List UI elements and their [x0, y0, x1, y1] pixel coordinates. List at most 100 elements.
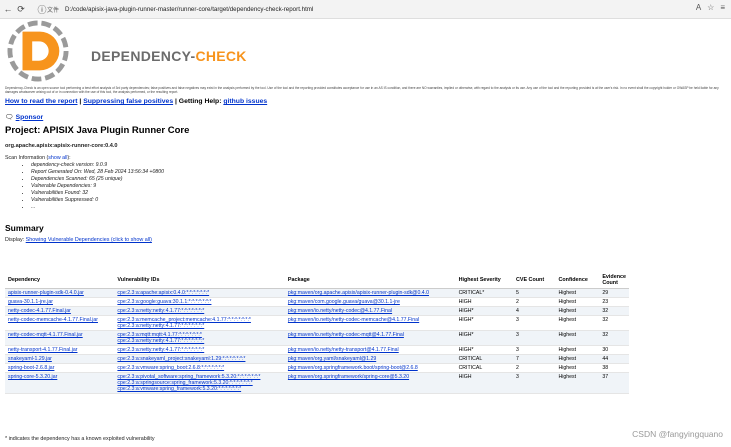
table-header-row: Dependency Vulnerability IDs Package Hig… — [5, 272, 629, 289]
cell-dependency-link[interactable]: netty-transport-4.1.77.Final.jar — [8, 347, 78, 353]
refresh-icon[interactable]: ⟳ — [16, 4, 26, 14]
scan-info-item: Dependencies Scanned: 65 (25 unique) — [31, 176, 725, 183]
cell-cve-count: 3 — [512, 372, 556, 394]
cell-dependency-link[interactable]: netty-codec-mqtt-4.1.77.Final.jar — [8, 332, 83, 338]
cell-package-link[interactable]: pkg:maven/io.netty/netty-codec@4.1.77.Fi… — [288, 308, 392, 314]
github-issues-link[interactable]: github issues — [223, 98, 267, 105]
cell-severity: HIGH* — [455, 345, 513, 355]
cell-confidence: Highest — [555, 345, 600, 355]
suppressing-link[interactable]: Suppressing false positives — [83, 98, 173, 105]
cell-vulnerability-ids: cpe:2.3:a:memcache_project:memcache:4.1.… — [114, 315, 285, 331]
cell-dependency: netty-codec-4.1.77.Final.jar — [5, 306, 115, 316]
scan-info-item: Vulnerabilities Found: 32 — [31, 190, 725, 197]
cell-dependency-link[interactable]: netty-codec-4.1.77.Final.jar — [8, 308, 71, 314]
vulnerability-id-link[interactable]: cpe:2.3:a:netty:netty:4.1.77:*:*:*:*:*:*… — [117, 308, 204, 314]
favorite-icon[interactable]: ☆ — [707, 3, 714, 12]
display-filter: Display: Showing Vulnerable Dependencies… — [5, 237, 152, 243]
cell-evidence-count: 37 — [599, 372, 629, 394]
cell-cve-count: 3 — [512, 315, 556, 331]
col-vulnerability-ids[interactable]: Vulnerability IDs — [114, 272, 285, 289]
cell-severity: CRITICAL — [455, 363, 513, 373]
show-vulnerable-toggle-link[interactable]: Showing Vulnerable Dependencies (click t… — [26, 237, 152, 243]
table-row: spring-boot-2.6.8.jar cpe:2.3:a:vmware:sp… — [5, 363, 629, 373]
cell-severity: HIGH* — [455, 330, 513, 346]
cell-dependency-link[interactable]: snakeyaml-1.29.jar — [8, 356, 52, 362]
sponsor: 🗨 Sponsor — [5, 113, 725, 122]
cell-cve-count: 2 — [512, 363, 556, 373]
scan-information: Scan Information (show all): — [5, 155, 71, 161]
cell-severity: HIGH — [455, 372, 513, 394]
table-row: apisix-runner-plugin-sdk-0.4.0.jar cpe:2.… — [5, 288, 629, 298]
cell-dependency-link[interactable]: guava-30.1.1-jre.jar — [8, 299, 53, 305]
cell-dependency: apisix-runner-plugin-sdk-0.4.0.jar — [5, 288, 115, 298]
cell-evidence-count: 32 — [599, 330, 629, 346]
cell-dependency-link[interactable]: spring-boot-2.6.8.jar — [8, 365, 54, 371]
cell-dependency-link[interactable]: apisix-runner-plugin-sdk-0.4.0.jar — [8, 290, 84, 296]
cell-vulnerability-ids: cpe:2.3:a:pivotal_software:spring_framew… — [114, 372, 285, 394]
favorites-list-icon[interactable]: ≡ — [720, 3, 725, 12]
vulnerability-id-link[interactable]: cpe:2.3:a:apache:apisix:0.4.0:*:*:*:*:*:… — [117, 290, 209, 296]
cell-severity: CRITICAL — [455, 354, 513, 364]
info-icon: ⓘ — [37, 4, 47, 15]
cell-package: pkg:maven/io.netty/netty-codec-mqtt@4.1.… — [284, 330, 456, 346]
cell-dependency: netty-codec-mqtt-4.1.77.Final.jar — [5, 330, 115, 346]
sponsor-link[interactable]: Sponsor — [16, 114, 44, 121]
vulnerability-id-link[interactable]: cpe:2.3:a:google:guava:30.1.1:*:*:*:*:*:… — [117, 299, 211, 305]
cell-dependency: spring-boot-2.6.8.jar — [5, 363, 115, 373]
cell-dependency-link[interactable]: netty-codec-memcache-4.1.77.Final.jar — [8, 317, 98, 323]
col-cve-count[interactable]: CVE Count — [512, 272, 556, 289]
scan-info-item: dependency-check version: 9.0.9 — [31, 162, 725, 169]
read-aloud-icon[interactable]: A — [696, 3, 701, 12]
col-evidence-count[interactable]: Evidence Count — [599, 272, 629, 289]
cell-severity: HIGH* — [455, 306, 513, 316]
back-icon[interactable]: ← — [3, 4, 13, 14]
logo-wordmark: DEPENDENCY-CHECK — [91, 48, 247, 64]
cell-vulnerability-ids: cpe:2.3:a:snakeyaml_project:snakeyaml:1.… — [114, 354, 285, 364]
cell-evidence-count: 23 — [599, 297, 629, 307]
cell-package-link[interactable]: pkg:maven/io.netty/netty-codec-mqtt@4.1.… — [288, 332, 404, 338]
col-highest-severity[interactable]: Highest Severity — [455, 272, 513, 289]
cell-dependency: guava-30.1.1-jre.jar — [5, 297, 115, 307]
scan-info-item: Vulnerable Dependencies: 9 — [31, 183, 725, 190]
show-all-link[interactable]: show all — [48, 155, 67, 161]
cell-confidence: Highest — [555, 354, 600, 364]
cell-package-link[interactable]: pkg:maven/io.netty/netty-codec-memcache@… — [288, 317, 419, 323]
col-confidence[interactable]: Confidence — [555, 272, 600, 289]
cell-confidence: Highest — [555, 363, 600, 373]
footnote: * indicates the dependency has a known e… — [5, 436, 155, 442]
cell-package-link[interactable]: pkg:maven/org.springframework.boot/sprin… — [288, 365, 418, 371]
vulnerability-id-link[interactable]: cpe:2.3:a:netty:netty:4.1.77:*:*:*:*:*:*… — [117, 323, 204, 329]
cell-cve-count: 5 — [512, 288, 556, 298]
cell-package-link[interactable]: pkg:maven/com.google.guava/guava@30.1.1-… — [288, 299, 400, 305]
col-dependency[interactable]: Dependency — [5, 272, 115, 289]
vulnerability-id-link[interactable]: cpe:2.3:a:netty:netty:4.1.77:*:*:*:*:*:*… — [117, 347, 204, 353]
vulnerability-id-link[interactable]: cpe:2.3:a:netty:netty:4.1.77:*:*:*:*:*:*… — [117, 338, 204, 344]
cell-vulnerability-ids: cpe:2.3:a:netty:netty:4.1.77:*:*:*:*:*:*… — [114, 345, 285, 355]
vulnerability-id-link[interactable]: cpe:2.3:a:snakeyaml_project:snakeyaml:1.… — [117, 356, 245, 362]
scan-info-item: Report Generated On: Wed, 28 Feb 2024 13… — [31, 169, 725, 176]
cell-package-link[interactable]: pkg:maven/org.yaml/snakeyaml@1.29 — [288, 356, 376, 362]
cell-package: pkg:maven/io.netty/netty-transport@4.1.7… — [284, 345, 456, 355]
vulnerability-id-link[interactable]: cpe:2.3:a:vmware:spring_framework:5.3.20… — [117, 386, 241, 392]
address-bar[interactable]: ⓘ 文件 D:/code/apisix-java-plugin-runner-m… — [34, 4, 313, 15]
cell-cve-count: 2 — [512, 297, 556, 307]
cell-package-link[interactable]: pkg:maven/org.springframework/spring-cor… — [288, 374, 409, 380]
cell-confidence: Highest — [555, 372, 600, 394]
cell-package-link[interactable]: pkg:maven/org.apache.apisix/apisix-runne… — [288, 290, 429, 296]
cell-package: pkg:maven/io.netty/netty-codec-memcache@… — [284, 315, 456, 331]
table-row: netty-codec-4.1.77.Final.jar cpe:2.3:a:ne… — [5, 306, 629, 316]
url-text[interactable]: D:/code/apisix-java-plugin-runner-master… — [65, 6, 313, 13]
how-to-read-link[interactable]: How to read the report — [5, 98, 78, 105]
dependency-check-logo-icon — [7, 20, 69, 82]
cell-dependency-link[interactable]: spring-core-5.3.20.jar — [8, 374, 57, 380]
cell-evidence-count: 38 — [599, 363, 629, 373]
table-row: netty-codec-mqtt-4.1.77.Final.jar cpe:2.3… — [5, 330, 629, 346]
table-row: netty-transport-4.1.77.Final.jar cpe:2.3:… — [5, 345, 629, 355]
cell-evidence-count: 44 — [599, 354, 629, 364]
vulnerability-id-link[interactable]: cpe:2.3:a:vmware:spring_boot:2.6.8:*:*:*… — [117, 365, 224, 371]
cell-dependency: snakeyaml-1.29.jar — [5, 354, 115, 364]
col-package[interactable]: Package — [284, 272, 456, 289]
cell-cve-count: 3 — [512, 330, 556, 346]
cell-confidence: Highest — [555, 330, 600, 346]
cell-package-link[interactable]: pkg:maven/io.netty/netty-transport@4.1.7… — [288, 347, 399, 353]
